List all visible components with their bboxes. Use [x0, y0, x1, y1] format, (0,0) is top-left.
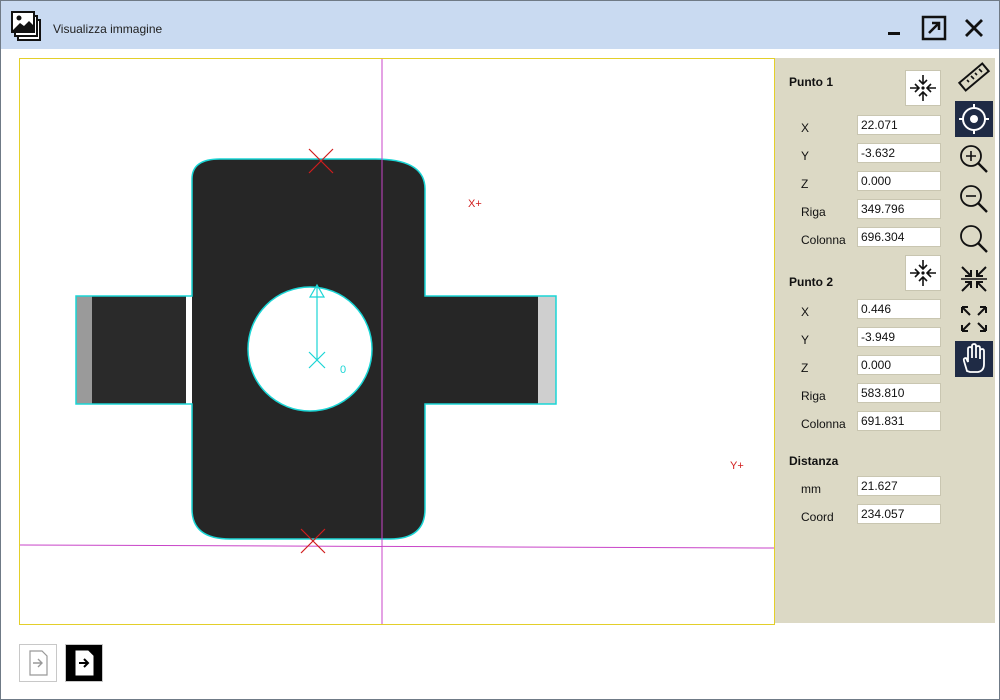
distanza-mm-field[interactable]: 21.627 — [857, 476, 941, 496]
punto2-title: Punto 2 — [789, 275, 833, 289]
punto1-x-field[interactable]: 22.071 — [857, 115, 941, 135]
punto1-snap-button[interactable] — [905, 70, 941, 106]
punto1-title: Punto 1 — [789, 75, 833, 89]
tool-strip — [951, 58, 995, 623]
export-button[interactable] — [65, 644, 103, 682]
punto1-y-label: Y — [801, 149, 810, 163]
punto1-colonna-label: Colonna — [801, 233, 846, 247]
distanza-coord-label: Coord — [801, 510, 834, 524]
punto2-z-field[interactable]: 0.000 — [857, 355, 941, 375]
distanza-coord-field[interactable]: 234.057 — [857, 504, 941, 524]
punto2-z-label: Z — [801, 361, 809, 375]
punto2-x-label: X — [801, 305, 810, 319]
punto2-x-field[interactable]: 0.446 — [857, 299, 941, 319]
distanza-mm-label: mm — [801, 482, 821, 496]
minimize-button[interactable] — [881, 13, 911, 43]
punto1-x-label: X — [801, 121, 810, 135]
title-bar: Visualizza immagine — [1, 1, 999, 49]
zoom-icon[interactable] — [955, 221, 993, 257]
punto1-riga-field[interactable]: 349.796 — [857, 199, 941, 219]
shrink-icon[interactable] — [955, 261, 993, 297]
y-plus-label: Y+ — [730, 460, 744, 472]
punto1-riga-label: Riga — [801, 205, 826, 219]
punto1-z-label: Z — [801, 177, 809, 191]
punto2-riga-label: Riga — [801, 389, 826, 403]
maximize-button[interactable] — [919, 13, 949, 43]
measurement-panel: Punto 1 X 22.071 Y -3.632 Z 0.000 Riga 3… — [775, 58, 951, 623]
hand-icon[interactable] — [955, 341, 993, 377]
punto1-colonna-field[interactable]: 696.304 — [857, 227, 941, 247]
zoom-out-icon[interactable] — [955, 181, 993, 217]
expand-icon[interactable] — [955, 301, 993, 337]
punto2-colonna-label: Colonna — [801, 417, 846, 431]
punto1-y-field[interactable]: -3.632 — [857, 143, 941, 163]
image-viewer[interactable]: 0 X+ Y+ — [19, 58, 775, 625]
close-button[interactable] — [959, 13, 989, 43]
punto2-riga-field[interactable]: 583.810 — [857, 383, 941, 403]
image-viewer-window: Visualizza immagine 0 X+ Y+ Punto 1 X 22… — [0, 0, 1000, 700]
window-title: Visualizza immagine — [53, 22, 163, 36]
punto2-colonna-field[interactable]: 691.831 — [857, 411, 941, 431]
part-image — [75, 158, 557, 540]
import-button[interactable] — [19, 644, 57, 682]
punto1-z-field[interactable]: 0.000 — [857, 171, 941, 191]
origin-label: 0 — [340, 364, 346, 376]
crosshair-horizontal — [20, 544, 774, 549]
zoom-in-icon[interactable] — [955, 141, 993, 177]
punto2-y-label: Y — [801, 333, 810, 347]
punto2-y-field[interactable]: -3.949 — [857, 327, 941, 347]
punto2-snap-button[interactable] — [905, 255, 941, 291]
target-icon[interactable] — [955, 101, 993, 137]
distanza-title: Distanza — [789, 454, 839, 468]
ruler-icon[interactable] — [955, 59, 993, 95]
x-plus-label: X+ — [468, 198, 482, 210]
image-app-icon — [11, 11, 45, 43]
